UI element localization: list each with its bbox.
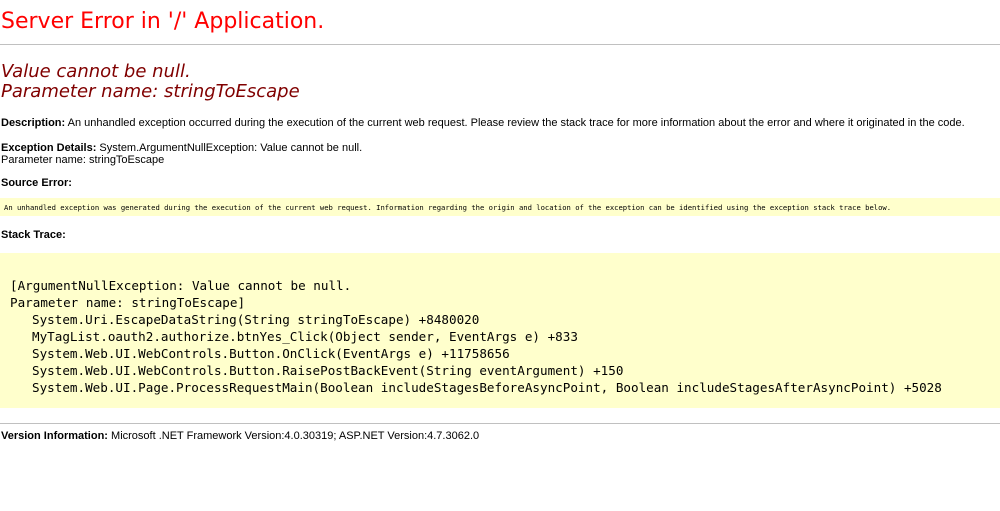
source-error-text: An unhandled exception was generated dur… (4, 203, 892, 212)
source-error-box: An unhandled exception was generated dur… (0, 198, 1000, 216)
exception-details-label: Exception Details: (1, 142, 97, 154)
error-message-line: Value cannot be null. (1, 61, 191, 82)
exception-details-section: Exception Details: System.ArgumentNullEx… (1, 142, 362, 166)
source-error-label: Source Error: (1, 177, 72, 189)
version-information-section: Version Information: Microsoft .NET Fram… (1, 430, 479, 442)
error-page: Server Error in '/' Application. Value c… (0, 0, 1000, 511)
version-information-label: Version Information: (1, 430, 108, 442)
source-error-section: Source Error: (1, 177, 72, 189)
error-heading: Value cannot be null. Parameter name: st… (1, 62, 300, 102)
bottom-divider (0, 423, 1000, 424)
stack-trace-line: System.Web.UI.WebControls.Button.RaisePo… (32, 363, 624, 378)
stack-trace-line: MyTagList.oauth2.authorize.btnYes_Click(… (32, 329, 578, 344)
description-text: An unhandled exception occurred during t… (67, 117, 965, 129)
page-title: Server Error in '/' Application. (1, 9, 325, 34)
stack-trace-label: Stack Trace: (1, 229, 66, 241)
description-section: Description: An unhandled exception occu… (1, 117, 965, 129)
stack-trace-line: [ArgumentNullException: Value cannot be … (10, 278, 352, 293)
error-parameter-line: Parameter name: stringToEscape (1, 81, 300, 102)
top-divider (0, 44, 1000, 45)
stack-trace-line: Parameter name: stringToEscape] (10, 295, 246, 310)
stack-trace-line: System.Web.UI.WebControls.Button.OnClick… (32, 346, 510, 361)
stack-trace-line: System.Web.UI.Page.ProcessRequestMain(Bo… (32, 380, 942, 395)
version-information-text: Microsoft .NET Framework Version:4.0.303… (111, 430, 480, 442)
exception-parameter-text: Parameter name: stringToEscape (1, 154, 165, 166)
exception-details-text: System.ArgumentNullException: Value cann… (99, 142, 363, 154)
description-label: Description: (1, 117, 66, 129)
stack-trace-box: [ArgumentNullException: Value cannot be … (0, 253, 1000, 408)
stack-trace-line: System.Uri.EscapeDataString(String strin… (32, 312, 480, 327)
stack-trace-section: Stack Trace: (1, 229, 66, 241)
